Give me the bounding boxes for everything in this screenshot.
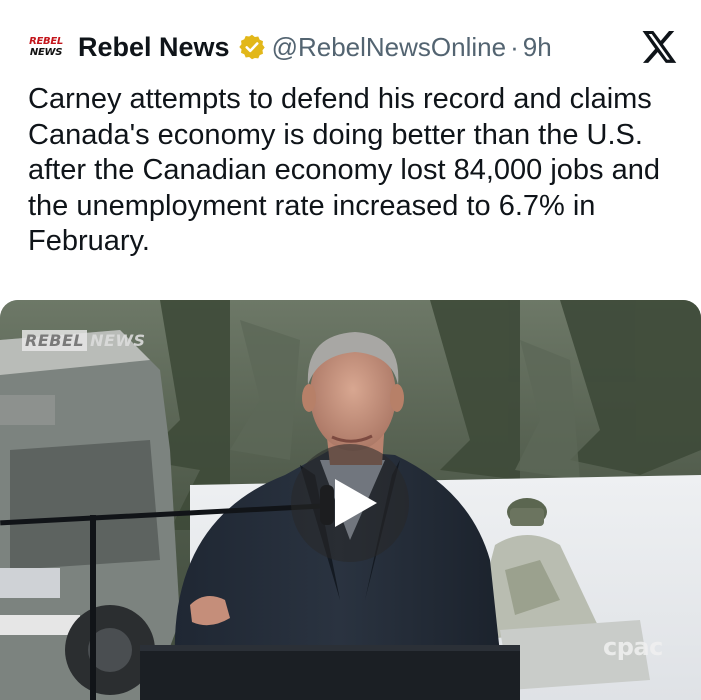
- display-name[interactable]: Rebel News: [78, 32, 230, 63]
- play-icon: [335, 479, 377, 527]
- tweet-card[interactable]: REBEL NEWS Rebel News @RebelNewsOnline ·…: [0, 0, 701, 700]
- separator-dot: ·: [510, 31, 519, 62]
- tweet-header: REBEL NEWS Rebel News @RebelNewsOnline ·…: [28, 22, 678, 72]
- avatar[interactable]: REBEL NEWS: [28, 32, 64, 62]
- user-handle[interactable]: @RebelNewsOnline: [272, 32, 507, 63]
- x-logo-icon: [642, 31, 677, 63]
- cpac-logo: cpac: [603, 633, 663, 661]
- tweet-text: Carney attempts to defend his record and…: [28, 83, 660, 257]
- play-button[interactable]: [291, 444, 409, 562]
- avatar-text-top: REBEL: [29, 35, 63, 47]
- timestamp[interactable]: 9h: [523, 32, 552, 63]
- verified-badge-icon: [238, 34, 265, 60]
- video-player[interactable]: REBEL NEWS cpac: [0, 300, 701, 700]
- avatar-text-bottom: NEWS: [29, 46, 63, 58]
- watermark-text-2: NEWS: [90, 331, 146, 350]
- watermark-text-1: REBEL: [22, 330, 88, 351]
- rebel-news-watermark: REBEL NEWS: [22, 330, 149, 351]
